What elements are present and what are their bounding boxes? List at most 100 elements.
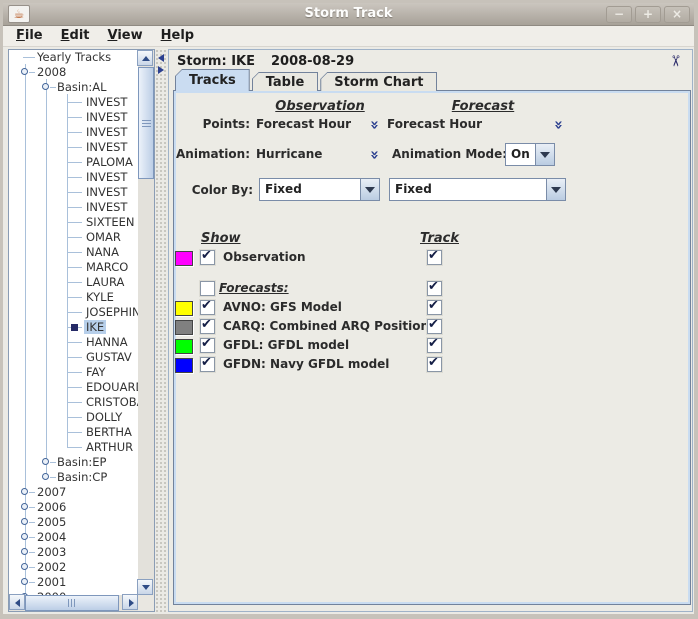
tree-vertical-scrollbar[interactable]	[138, 50, 154, 595]
check-icon: ✔	[201, 355, 212, 370]
tree-item-gustav[interactable]: GUSTAV	[9, 350, 134, 365]
show-checkbox[interactable]: ✔	[200, 250, 215, 265]
tree-item-label: FAY	[84, 365, 108, 379]
scroll-left-button[interactable]	[9, 594, 25, 610]
color-swatch-button[interactable]	[175, 358, 193, 373]
color-swatch-button[interactable]	[175, 251, 193, 266]
tree-item-dolly[interactable]: DOLLY	[9, 410, 124, 425]
points-observation-expand-icon[interactable]: »	[369, 120, 381, 130]
show-checkbox[interactable]: ✔	[200, 300, 215, 315]
tree-item-marco[interactable]: MARCO	[9, 260, 130, 275]
legend-row: ✔GFDN: Navy GFDL model✔	[174, 357, 690, 374]
points-label: Points:	[174, 117, 250, 131]
close-button[interactable]: ×	[664, 6, 690, 23]
tree-item-ike[interactable]: IKE	[9, 320, 106, 335]
tree-item-arthur[interactable]: ARTHUR	[9, 440, 135, 455]
minimize-button[interactable]: −	[606, 6, 632, 23]
track-checkbox[interactable]: ✔	[427, 281, 442, 296]
tree-item-invest[interactable]: INVEST	[9, 110, 129, 125]
tree-item-label: EDOUARD	[84, 380, 138, 394]
tree-item-invest[interactable]: INVEST	[9, 185, 129, 200]
cut-scissors-icon[interactable]: ✂	[667, 55, 685, 68]
tree-item-2001[interactable]: 2001	[9, 575, 68, 590]
tree-item-nana[interactable]: NANA	[9, 245, 121, 260]
track-checkbox[interactable]: ✔	[427, 357, 442, 372]
tree-item-paloma[interactable]: PALOMA	[9, 155, 135, 170]
collapse-right-icon[interactable]	[158, 66, 164, 74]
color-swatch-button[interactable]	[175, 320, 193, 335]
tree-item-2005[interactable]: 2005	[9, 515, 68, 530]
color-swatch-button[interactable]	[175, 339, 193, 354]
track-checkbox[interactable]: ✔	[427, 338, 442, 353]
tree-item-invest[interactable]: INVEST	[9, 140, 129, 155]
horizontal-scroll-thumb[interactable]	[25, 595, 119, 611]
tab-table[interactable]: Table	[252, 72, 319, 91]
track-checkbox[interactable]: ✔	[427, 300, 442, 315]
check-icon: ✔	[201, 336, 212, 351]
tree-item-label: ARTHUR	[84, 440, 135, 454]
tree-item-2006[interactable]: 2006	[9, 500, 68, 515]
tree-item-basin-cp[interactable]: Basin:CP	[9, 470, 109, 485]
legend-label: AVNO: GFS Model	[223, 300, 342, 314]
legend-row: Forecasts:✔	[174, 281, 690, 298]
tab-storm-chart[interactable]: Storm Chart	[320, 72, 437, 91]
tree-item-label: 2008	[35, 65, 68, 79]
tree-item-2003[interactable]: 2003	[9, 545, 68, 560]
split-pane-divider[interactable]	[155, 49, 168, 612]
color-swatch-button[interactable]	[175, 301, 193, 316]
points-forecast-expand-icon[interactable]: »	[553, 120, 565, 130]
tree-item-josephine[interactable]: JOSEPHINE	[9, 305, 138, 320]
animation-mode-combobox[interactable]: On	[505, 143, 555, 166]
tree-item-omar[interactable]: OMAR	[9, 230, 123, 245]
tree-item-2008[interactable]: 2008	[9, 65, 68, 80]
tab-tracks[interactable]: Tracks	[175, 69, 250, 91]
tree-horizontal-scrollbar[interactable]	[9, 595, 138, 611]
tree-item-cristobal[interactable]: CRISTOBAL	[9, 395, 138, 410]
menu-help[interactable]: Help	[152, 27, 203, 45]
tree-item-2002[interactable]: 2002	[9, 560, 68, 575]
tree-item-yearly-tracks[interactable]: Yearly Tracks	[9, 50, 113, 65]
check-icon: ✔	[428, 336, 439, 351]
tree-item-fay[interactable]: FAY	[9, 365, 108, 380]
storm-tree-panel: Yearly Tracks2008Basin:ALINVESTINVESTINV…	[8, 49, 155, 612]
dropdown-arrow-button[interactable]	[535, 144, 554, 165]
collapse-left-icon[interactable]	[158, 54, 164, 62]
menu-file[interactable]: File	[7, 27, 52, 45]
color-by-forecast-value: Fixed	[390, 179, 546, 200]
tree-item-invest[interactable]: INVEST	[9, 200, 129, 215]
scroll-down-button[interactable]	[137, 579, 153, 595]
tree-item-2004[interactable]: 2004	[9, 530, 68, 545]
tree-item-bertha[interactable]: BERTHA	[9, 425, 134, 440]
color-by-observation-combobox[interactable]: Fixed	[259, 178, 380, 201]
main-area: Yearly Tracks2008Basin:ALINVESTINVESTINV…	[3, 47, 694, 614]
color-by-forecast-combobox[interactable]: Fixed	[389, 178, 566, 201]
dropdown-arrow-button[interactable]	[360, 179, 379, 200]
color-by-label: Color By:	[174, 183, 253, 197]
animation-expand-icon[interactable]: »	[369, 150, 381, 160]
show-checkbox[interactable]: ✔	[200, 338, 215, 353]
tree-item-edouard[interactable]: EDOUARD	[9, 380, 138, 395]
tree-item-invest[interactable]: INVEST	[9, 125, 129, 140]
tree-item-sixteen[interactable]: SIXTEEN	[9, 215, 137, 230]
dropdown-arrow-button[interactable]	[546, 179, 565, 200]
show-checkbox[interactable]: ✔	[200, 319, 215, 334]
tree-item-invest[interactable]: INVEST	[9, 95, 129, 110]
track-checkbox[interactable]: ✔	[427, 319, 442, 334]
tree-item-basin-al[interactable]: Basin:AL	[9, 80, 109, 95]
menu-view[interactable]: View	[99, 27, 152, 45]
tree-item-2007[interactable]: 2007	[9, 485, 68, 500]
show-checkbox[interactable]: ✔	[200, 357, 215, 372]
tree-item-kyle[interactable]: KYLE	[9, 290, 116, 305]
tree-item-basin-ep[interactable]: Basin:EP	[9, 455, 109, 470]
tree-item-laura[interactable]: LAURA	[9, 275, 126, 290]
show-checkbox[interactable]	[200, 281, 215, 296]
maximize-button[interactable]: +	[635, 6, 661, 23]
tree-item-hanna[interactable]: HANNA	[9, 335, 130, 350]
menu-edit[interactable]: Edit	[52, 27, 99, 45]
track-checkbox[interactable]: ✔	[427, 250, 442, 265]
tree-item-invest[interactable]: INVEST	[9, 170, 129, 185]
tree-item-label: KYLE	[84, 290, 116, 304]
scroll-up-button[interactable]	[137, 50, 153, 66]
scroll-right-button[interactable]	[122, 594, 138, 610]
vertical-scroll-thumb[interactable]	[138, 67, 154, 179]
